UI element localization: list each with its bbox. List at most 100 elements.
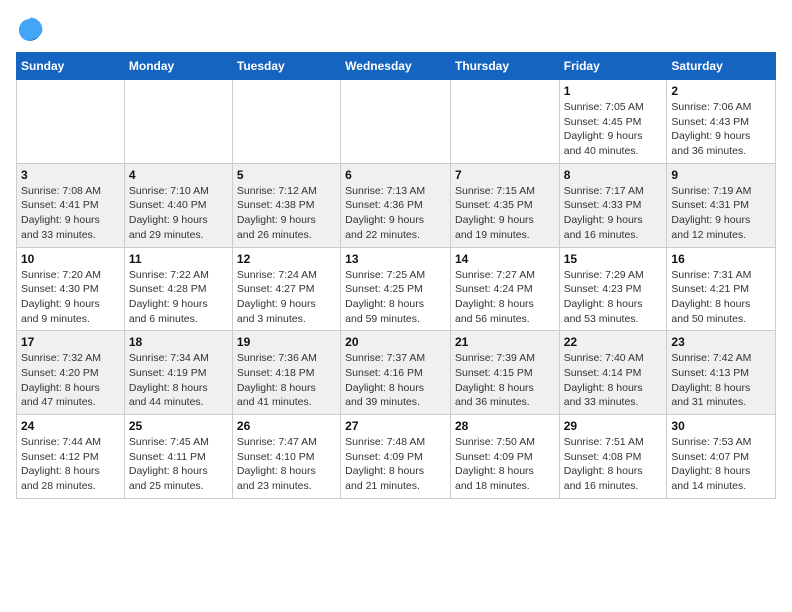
day-number: 8 xyxy=(564,168,663,182)
calendar-cell: 30Sunrise: 7:53 AMSunset: 4:07 PMDayligh… xyxy=(667,415,776,499)
day-number: 5 xyxy=(237,168,336,182)
page-header xyxy=(16,16,776,44)
calendar-cell: 17 Sunrise: 7:32 AMSunset: 4:20 PMDayligh… xyxy=(17,331,125,415)
day-number: 24 xyxy=(21,419,120,433)
calendar-week-row: 24 Sunrise: 7:44 AMSunset: 4:12 PMDayligh… xyxy=(17,415,776,499)
calendar-cell: 23 Sunrise: 7:42 AMSunset: 4:13 PMDayligh… xyxy=(667,331,776,415)
day-info: Sunrise: 7:53 AMSunset: 4:07 PMDaylight:… xyxy=(671,435,771,494)
calendar-cell: 4 Sunrise: 7:10 AMSunset: 4:40 PMDaylight… xyxy=(124,163,232,247)
calendar-cell: 8 Sunrise: 7:17 AMSunset: 4:33 PMDaylight… xyxy=(559,163,667,247)
logo xyxy=(16,16,48,44)
calendar-cell: 10 Sunrise: 7:20 AMSunset: 4:30 PMDayligh… xyxy=(17,247,125,331)
calendar-cell: 5 Sunrise: 7:12 AMSunset: 4:38 PMDaylight… xyxy=(232,163,340,247)
day-info: Sunrise: 7:19 AMSunset: 4:31 PMDaylight:… xyxy=(671,184,771,243)
calendar-cell: 18Sunrise: 7:34 AMSunset: 4:19 PMDayligh… xyxy=(124,331,232,415)
day-info: Sunrise: 7:17 AMSunset: 4:33 PMDaylight:… xyxy=(564,184,663,243)
day-info: Sunrise: 7:15 AMSunset: 4:35 PMDaylight:… xyxy=(455,184,555,243)
day-info: Sunrise: 7:37 AMSunset: 4:16 PMDaylight:… xyxy=(345,351,446,410)
day-info: Sunrise: 7:13 AMSunset: 4:36 PMDaylight:… xyxy=(345,184,446,243)
weekday-header-saturday: Saturday xyxy=(667,53,776,80)
logo-icon xyxy=(16,16,44,44)
day-number: 13 xyxy=(345,252,446,266)
calendar-cell: 14 Sunrise: 7:27 AMSunset: 4:24 PMDayligh… xyxy=(450,247,559,331)
day-number: 10 xyxy=(21,252,120,266)
calendar-cell: 6 Sunrise: 7:13 AMSunset: 4:36 PMDaylight… xyxy=(341,163,451,247)
calendar-cell: 19 Sunrise: 7:36 AMSunset: 4:18 PMDayligh… xyxy=(232,331,340,415)
day-number: 2 xyxy=(671,84,771,98)
day-info: Sunrise: 7:12 AMSunset: 4:38 PMDaylight:… xyxy=(237,184,336,243)
day-number: 27 xyxy=(345,419,446,433)
day-info: Sunrise: 7:39 AMSunset: 4:15 PMDaylight:… xyxy=(455,351,555,410)
day-number: 1 xyxy=(564,84,663,98)
day-number: 23 xyxy=(671,335,771,349)
day-number: 17 xyxy=(21,335,120,349)
calendar-cell: 9 Sunrise: 7:19 AMSunset: 4:31 PMDaylight… xyxy=(667,163,776,247)
calendar-cell: 24 Sunrise: 7:44 AMSunset: 4:12 PMDayligh… xyxy=(17,415,125,499)
day-info: Sunrise: 7:08 AMSunset: 4:41 PMDaylight:… xyxy=(21,184,120,243)
day-info: Sunrise: 7:29 AMSunset: 4:23 PMDaylight:… xyxy=(564,268,663,327)
calendar-cell: 1 Sunrise: 7:05 AMSunset: 4:45 PMDaylight… xyxy=(559,80,667,164)
day-info: Sunrise: 7:31 AMSunset: 4:21 PMDaylight:… xyxy=(671,268,771,327)
weekday-header-sunday: Sunday xyxy=(17,53,125,80)
day-info: Sunrise: 7:42 AMSunset: 4:13 PMDaylight:… xyxy=(671,351,771,410)
calendar-cell: 25 Sunrise: 7:45 AMSunset: 4:11 PMDayligh… xyxy=(124,415,232,499)
day-number: 7 xyxy=(455,168,555,182)
calendar-cell: 29 Sunrise: 7:51 AMSunset: 4:08 PMDayligh… xyxy=(559,415,667,499)
calendar-cell: 26 Sunrise: 7:47 AMSunset: 4:10 PMDayligh… xyxy=(232,415,340,499)
day-info: Sunrise: 7:48 AMSunset: 4:09 PMDaylight:… xyxy=(345,435,446,494)
day-info: Sunrise: 7:44 AMSunset: 4:12 PMDaylight:… xyxy=(21,435,120,494)
calendar-cell: 28 Sunrise: 7:50 AMSunset: 4:09 PMDayligh… xyxy=(450,415,559,499)
weekday-header-thursday: Thursday xyxy=(450,53,559,80)
day-number: 3 xyxy=(21,168,120,182)
day-info: Sunrise: 7:40 AMSunset: 4:14 PMDaylight:… xyxy=(564,351,663,410)
day-info: Sunrise: 7:06 AMSunset: 4:43 PMDaylight:… xyxy=(671,100,771,159)
calendar-cell: 15 Sunrise: 7:29 AMSunset: 4:23 PMDayligh… xyxy=(559,247,667,331)
calendar-cell: 11Sunrise: 7:22 AMSunset: 4:28 PMDayligh… xyxy=(124,247,232,331)
day-number: 4 xyxy=(129,168,228,182)
day-info: Sunrise: 7:45 AMSunset: 4:11 PMDaylight:… xyxy=(129,435,228,494)
day-number: 19 xyxy=(237,335,336,349)
calendar-cell: 12Sunrise: 7:24 AMSunset: 4:27 PMDayligh… xyxy=(232,247,340,331)
calendar-week-row: 10 Sunrise: 7:20 AMSunset: 4:30 PMDayligh… xyxy=(17,247,776,331)
calendar-week-row: 1 Sunrise: 7:05 AMSunset: 4:45 PMDaylight… xyxy=(17,80,776,164)
day-info: Sunrise: 7:51 AMSunset: 4:08 PMDaylight:… xyxy=(564,435,663,494)
day-info: Sunrise: 7:36 AMSunset: 4:18 PMDaylight:… xyxy=(237,351,336,410)
day-number: 26 xyxy=(237,419,336,433)
day-info: Sunrise: 7:10 AMSunset: 4:40 PMDaylight:… xyxy=(129,184,228,243)
weekday-header-row: SundayMondayTuesdayWednesdayThursdayFrid… xyxy=(17,53,776,80)
calendar-cell xyxy=(232,80,340,164)
day-number: 6 xyxy=(345,168,446,182)
day-info: Sunrise: 7:47 AMSunset: 4:10 PMDaylight:… xyxy=(237,435,336,494)
calendar-cell: 2 Sunrise: 7:06 AMSunset: 4:43 PMDaylight… xyxy=(667,80,776,164)
day-number: 9 xyxy=(671,168,771,182)
day-number: 18 xyxy=(129,335,228,349)
day-info: Sunrise: 7:25 AMSunset: 4:25 PMDaylight:… xyxy=(345,268,446,327)
day-info: Sunrise: 7:32 AMSunset: 4:20 PMDaylight:… xyxy=(21,351,120,410)
calendar-cell: 16 Sunrise: 7:31 AMSunset: 4:21 PMDayligh… xyxy=(667,247,776,331)
day-info: Sunrise: 7:27 AMSunset: 4:24 PMDaylight:… xyxy=(455,268,555,327)
calendar-cell: 21Sunrise: 7:39 AMSunset: 4:15 PMDayligh… xyxy=(450,331,559,415)
calendar-cell xyxy=(17,80,125,164)
weekday-header-wednesday: Wednesday xyxy=(341,53,451,80)
day-info: Sunrise: 7:50 AMSunset: 4:09 PMDaylight:… xyxy=(455,435,555,494)
calendar-table: SundayMondayTuesdayWednesdayThursdayFrid… xyxy=(16,52,776,499)
day-number: 14 xyxy=(455,252,555,266)
calendar-week-row: 17 Sunrise: 7:32 AMSunset: 4:20 PMDayligh… xyxy=(17,331,776,415)
day-info: Sunrise: 7:20 AMSunset: 4:30 PMDaylight:… xyxy=(21,268,120,327)
day-number: 29 xyxy=(564,419,663,433)
day-info: Sunrise: 7:05 AMSunset: 4:45 PMDaylight:… xyxy=(564,100,663,159)
calendar-cell: 20Sunrise: 7:37 AMSunset: 4:16 PMDayligh… xyxy=(341,331,451,415)
day-number: 25 xyxy=(129,419,228,433)
day-number: 16 xyxy=(671,252,771,266)
day-number: 12 xyxy=(237,252,336,266)
calendar-cell xyxy=(341,80,451,164)
calendar-cell: 22Sunrise: 7:40 AMSunset: 4:14 PMDayligh… xyxy=(559,331,667,415)
calendar-cell: 27 Sunrise: 7:48 AMSunset: 4:09 PMDayligh… xyxy=(341,415,451,499)
day-number: 28 xyxy=(455,419,555,433)
calendar-cell: 13 Sunrise: 7:25 AMSunset: 4:25 PMDayligh… xyxy=(341,247,451,331)
day-number: 15 xyxy=(564,252,663,266)
calendar-week-row: 3 Sunrise: 7:08 AMSunset: 4:41 PMDaylight… xyxy=(17,163,776,247)
weekday-header-friday: Friday xyxy=(559,53,667,80)
calendar-cell: 7 Sunrise: 7:15 AMSunset: 4:35 PMDaylight… xyxy=(450,163,559,247)
calendar-cell: 3 Sunrise: 7:08 AMSunset: 4:41 PMDaylight… xyxy=(17,163,125,247)
